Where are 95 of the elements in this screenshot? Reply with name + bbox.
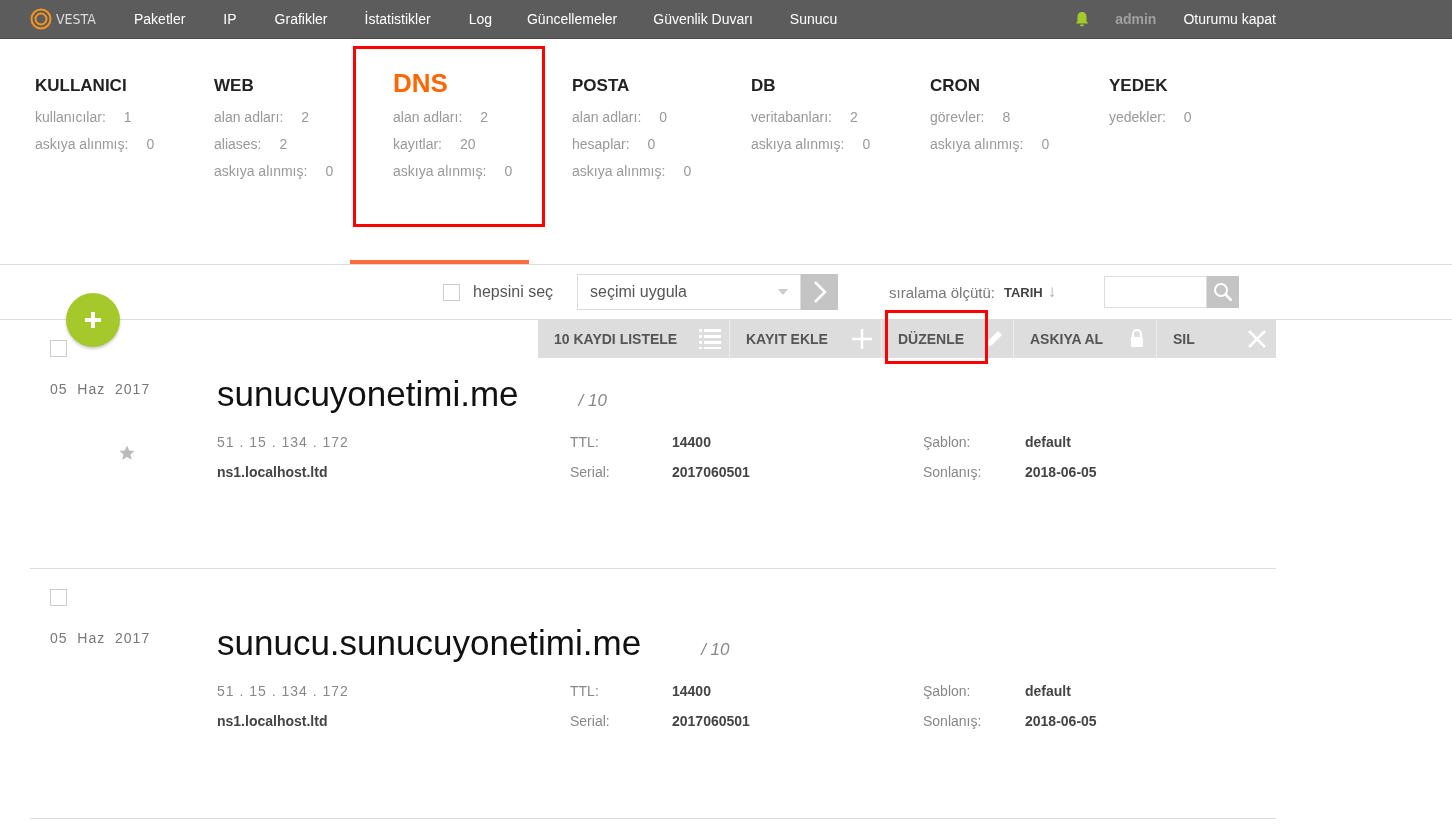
detail-value: 2017060501 — [672, 464, 751, 480]
stat-value: 1 — [123, 109, 132, 127]
stat-label: alan adları: — [214, 109, 284, 127]
stat-label: askıya alınmış: — [751, 136, 845, 154]
dropdown-caret-icon — [778, 289, 789, 295]
detail-label: Serial: — [570, 464, 611, 480]
nav-link[interactable]: Güncellemeler — [527, 11, 618, 27]
stat-value: 2 — [849, 109, 858, 127]
section-tab[interactable]: DB — [751, 76, 930, 99]
stat-label: askıya alınmış: — [930, 136, 1024, 154]
nav-link[interactable]: Güvenlik Duvarı — [653, 11, 753, 27]
plus-icon — [83, 310, 103, 330]
add-button[interactable] — [66, 293, 120, 347]
stat-value: 0 — [504, 163, 513, 181]
detail-value: 14400 — [672, 683, 712, 699]
logout-link[interactable]: Oturumu kapat — [1183, 11, 1276, 27]
detail-value: 14400 — [672, 434, 712, 450]
checkbox[interactable] — [50, 589, 67, 606]
stat-label: veritabanları: — [751, 109, 832, 127]
stat-label: aliases: — [214, 136, 262, 154]
ip-address: 51 . 15 . 134 . 172 — [217, 683, 350, 699]
chevron-right-icon — [812, 280, 827, 304]
apply-button[interactable] — [801, 274, 839, 310]
ip-address: 51 . 15 . 134 . 172 — [217, 434, 350, 450]
detail-label: Serial: — [570, 713, 611, 729]
stat-label: alan adları: — [572, 109, 642, 127]
bell-icon — [1075, 11, 1090, 27]
stat-value: 2 — [480, 109, 489, 127]
nameserver: ns1.localhost.ltd — [217, 713, 329, 729]
logo-text: VESTA — [56, 11, 96, 27]
detail-value: 2017060501 — [672, 713, 751, 729]
detail-label: TTL: — [570, 683, 600, 699]
close-icon — [1246, 328, 1268, 350]
detail-label: Şablon: — [923, 683, 972, 699]
detail-value: 2018-06-05 — [1025, 713, 1098, 729]
stat-label: askıya alınmış: — [35, 136, 129, 154]
checkbox-label: hepsini seç — [473, 283, 554, 301]
date-text: 05 Haz 2017 — [50, 630, 152, 646]
stat-value: 0 — [325, 163, 334, 181]
stat-value: 0 — [862, 136, 871, 154]
nav-link[interactable]: Log — [468, 11, 492, 27]
stat-value: 0 — [1183, 109, 1192, 127]
section-tab[interactable]: KULLANICI — [35, 76, 214, 99]
detail-label: Sonlanış: — [923, 464, 983, 480]
domain-name[interactable]: sunucu.sunucuyonetimi.me — [217, 621, 642, 665]
detail-value: default — [1025, 683, 1072, 699]
detail-value: default — [1025, 434, 1072, 450]
stat-label: askıya alınmış: — [214, 163, 308, 181]
nav-link[interactable]: Grafikler — [274, 11, 328, 27]
sort-arrow: ↓ — [1047, 282, 1057, 302]
stat-label: hesaplar: — [572, 136, 630, 154]
detail-label: TTL: — [570, 434, 600, 450]
bulk-action-dropdown[interactable]: seçimi uygula — [577, 274, 802, 310]
stat-label: görevler: — [930, 109, 985, 127]
plus-icon — [851, 328, 873, 350]
stat-label: askıya alınmış: — [393, 163, 487, 181]
stat-value: 0 — [647, 136, 656, 154]
section-tab[interactable]: YEDEK — [1109, 76, 1288, 99]
stat-label: askıya alınmış: — [572, 163, 666, 181]
record-count: / 10 — [701, 640, 730, 660]
section-tab[interactable]: POSTA — [572, 76, 751, 99]
stat-value: 2 — [279, 136, 288, 154]
nav-link[interactable]: Sunucu — [789, 11, 838, 27]
nav-link[interactable]: IP — [223, 11, 237, 27]
section-tab[interactable]: CRON — [930, 76, 1109, 99]
checkbox[interactable] — [443, 283, 460, 301]
nameserver: ns1.localhost.ltd — [217, 464, 329, 480]
logo-ring-icon — [30, 8, 52, 30]
domain-name[interactable]: sunucuyonetimi.me — [217, 372, 519, 416]
detail-value: 2018-06-05 — [1025, 464, 1098, 480]
record-count: / 10 — [578, 391, 607, 411]
stat-value: 8 — [1002, 109, 1011, 127]
search-field[interactable] — [1104, 276, 1208, 308]
date-text: 05 Haz 2017 — [50, 381, 152, 397]
sort-label: sıralama ölçütü: — [889, 283, 995, 301]
sort-link[interactable]: TARIH — [1003, 284, 1043, 300]
search-button[interactable] — [1207, 276, 1240, 308]
stat-value: 2 — [301, 109, 310, 127]
detail-label: Sonlanış: — [923, 713, 983, 729]
nav-link[interactable]: İstatistikler — [364, 11, 431, 27]
stat-value: 0 — [146, 136, 155, 154]
stat-value: 0 — [1041, 136, 1050, 154]
stat-value: 0 — [659, 109, 668, 127]
stat-label: yedekler: — [1109, 109, 1166, 127]
checkbox[interactable] — [50, 340, 67, 357]
stat-value: 0 — [683, 163, 692, 181]
search-icon — [1213, 282, 1234, 302]
stat-label: kullanıcılar: — [35, 109, 106, 127]
section-tab[interactable]: WEB — [214, 76, 393, 99]
nav-link[interactable]: Paketler — [134, 11, 186, 27]
stat-value: 20 — [460, 136, 476, 154]
list-icon — [699, 328, 721, 350]
detail-label: Şablon: — [923, 434, 972, 450]
stat-label: alan adları: — [393, 109, 463, 127]
stat-label: kayıtlar: — [393, 136, 442, 154]
